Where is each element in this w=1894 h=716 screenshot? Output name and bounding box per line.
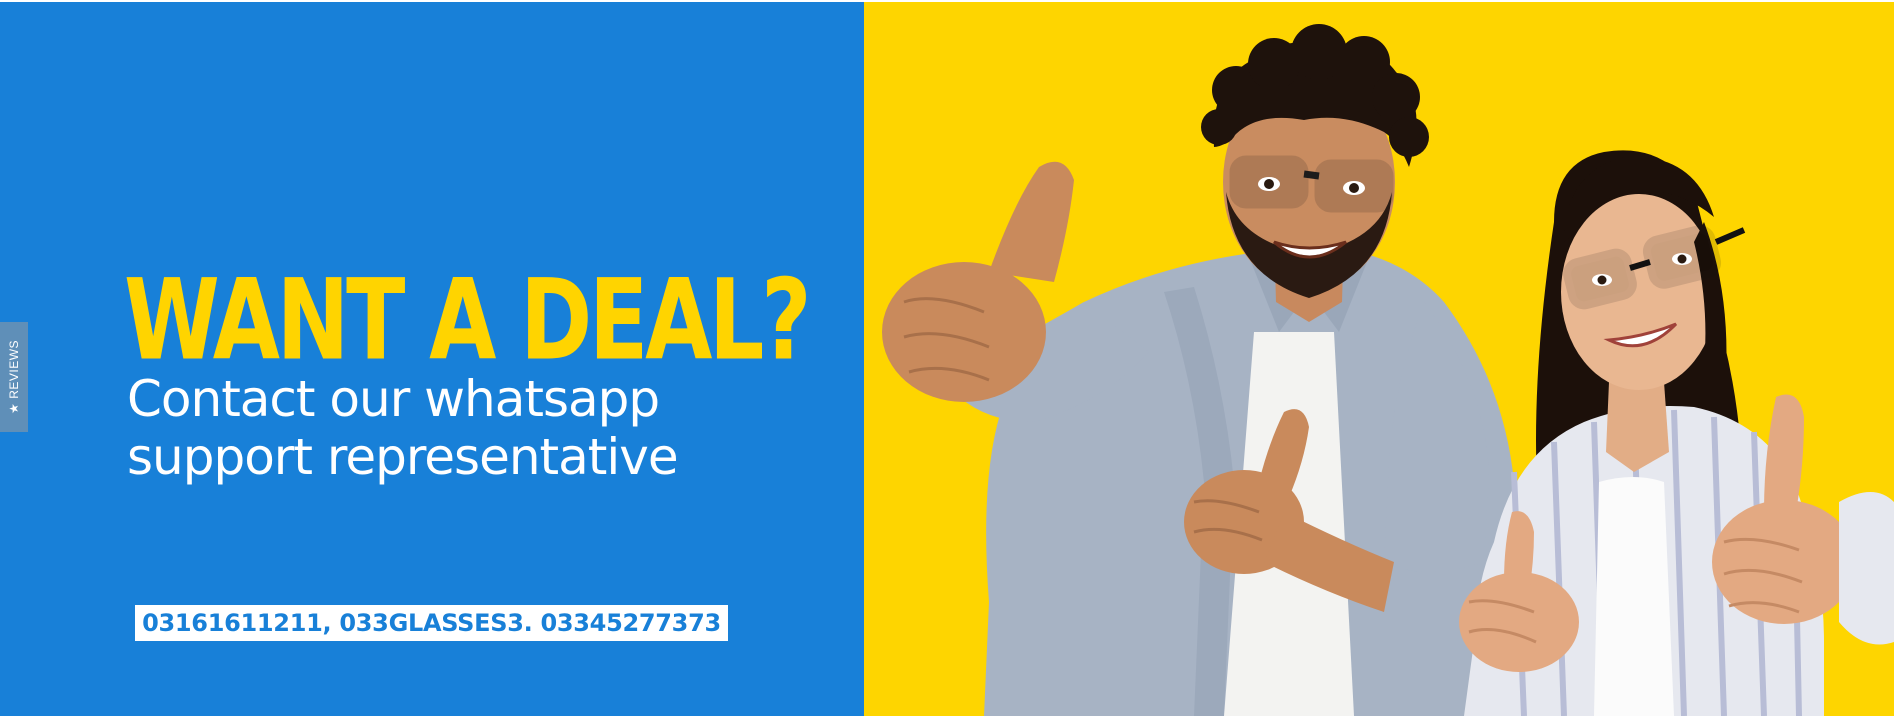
banner-headline: WANT A DEAL? bbox=[124, 255, 812, 385]
star-icon: ★ bbox=[7, 402, 22, 415]
people-thumbs-up-photo bbox=[882, 24, 1894, 716]
banner-right-panel bbox=[864, 2, 1894, 716]
reviews-tab-label: REVIEWS bbox=[7, 339, 22, 399]
banner-subline-line-2: support representative bbox=[127, 428, 679, 486]
phone-numbers: 03161611211, 033GLASSES3. 03345277373 bbox=[142, 609, 721, 637]
banner-subline: Contact our whatsapp support representat… bbox=[127, 370, 747, 486]
reviews-tab[interactable]: ★ REVIEWS bbox=[0, 322, 28, 432]
banner-left-panel: WANT A DEAL? Contact our whatsapp suppor… bbox=[0, 2, 864, 716]
phone-numbers-box: 03161611211, 033GLASSES3. 03345277373 bbox=[135, 605, 728, 641]
banner-subline-line-1: Contact our whatsapp bbox=[127, 370, 660, 428]
promo-banner: WANT A DEAL? Contact our whatsapp suppor… bbox=[0, 2, 1894, 716]
